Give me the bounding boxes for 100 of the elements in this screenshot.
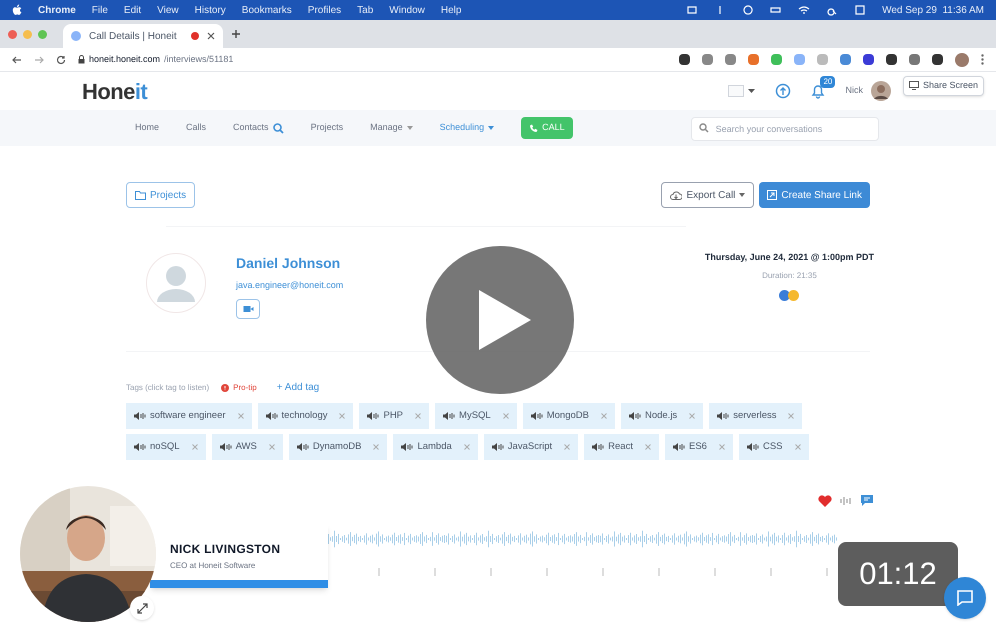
create-share-link-button[interactable]: Create Share Link xyxy=(759,182,870,208)
menu-item[interactable]: Edit xyxy=(124,2,142,18)
extension-icon[interactable] xyxy=(886,54,897,65)
lock-icon xyxy=(78,55,85,64)
speaker-icon xyxy=(367,412,380,420)
menu-item[interactable]: Bookmarks xyxy=(242,2,292,18)
caret-icon[interactable] xyxy=(748,89,756,93)
nav-link[interactable]: Calls xyxy=(186,121,206,135)
remove-icon[interactable] xyxy=(268,444,275,450)
favicon-icon xyxy=(71,31,81,41)
bell-icon[interactable] xyxy=(811,83,826,99)
apple-icon[interactable] xyxy=(12,4,22,16)
tag-chip[interactable]: React xyxy=(584,434,659,460)
call-duration: Duration: 21:35 xyxy=(762,270,817,282)
tag-chip[interactable]: ES6 xyxy=(664,434,733,460)
share-screen-button[interactable]: Share Screen xyxy=(902,76,984,96)
waveform-icon[interactable] xyxy=(840,494,852,506)
nav-link[interactable]: Projects xyxy=(310,121,344,135)
tag-chip[interactable]: Node.js xyxy=(620,403,704,429)
tag-chip[interactable]: technology xyxy=(258,403,354,429)
cloud-download-icon xyxy=(670,190,682,200)
remove-icon[interactable] xyxy=(192,444,198,450)
user-name[interactable]: Nick xyxy=(845,84,863,98)
back-icon[interactable] xyxy=(12,54,22,64)
caret-icon xyxy=(488,126,494,130)
tag-chip[interactable]: CSS xyxy=(738,434,808,460)
remove-icon[interactable] xyxy=(794,444,800,450)
tag-chip[interactable]: noSQL xyxy=(126,434,206,460)
profile-avatar[interactable] xyxy=(955,52,969,66)
tag-chip[interactable]: software engineer xyxy=(126,403,252,429)
heart-icon[interactable] xyxy=(818,494,832,506)
close-window-button[interactable] xyxy=(8,30,17,38)
browser-tab[interactable]: Call Details | Honeit xyxy=(63,24,223,48)
close-icon[interactable] xyxy=(207,32,215,40)
tag-chip[interactable]: JavaScript xyxy=(484,434,578,460)
upload-icon[interactable] xyxy=(775,83,792,99)
projects-button[interactable]: Projects xyxy=(126,182,196,208)
menu-item[interactable]: View xyxy=(157,2,179,18)
remove-icon[interactable] xyxy=(788,413,794,419)
pro-tip-link[interactable]: Pro-tip xyxy=(221,382,257,394)
logo[interactable]: Honeit xyxy=(82,74,148,108)
tag-chip[interactable]: MySQL xyxy=(435,403,517,429)
address-field[interactable]: honeit.honeit.com /interviews/51181 xyxy=(78,52,234,66)
remove-icon[interactable] xyxy=(373,444,380,450)
remove-icon[interactable] xyxy=(464,444,470,450)
expand-button[interactable] xyxy=(130,596,154,620)
elapsed-time: 01:12 xyxy=(838,542,958,606)
tag-chip[interactable]: MongoDB xyxy=(522,403,615,429)
speaker-icon xyxy=(134,412,146,420)
nav-link[interactable]: Scheduling xyxy=(440,121,494,135)
nav-link[interactable]: Home xyxy=(135,121,160,135)
contact-email[interactable]: java.engineer@honeit.com xyxy=(236,279,344,292)
add-tag-link[interactable]: + Add tag xyxy=(276,380,320,395)
link-icon xyxy=(767,190,778,200)
forward-icon[interactable] xyxy=(34,54,44,64)
tag-chip[interactable]: Lambda xyxy=(393,434,478,460)
expand-icon xyxy=(136,602,148,614)
chat-button[interactable] xyxy=(944,577,986,619)
video-call-button[interactable] xyxy=(236,298,260,318)
new-tab-icon[interactable] xyxy=(231,29,241,39)
remove-icon[interactable] xyxy=(689,413,696,419)
remove-icon[interactable] xyxy=(600,413,607,419)
remove-icon[interactable] xyxy=(339,413,346,419)
speaker-icon xyxy=(296,443,309,451)
remove-icon[interactable] xyxy=(644,444,651,450)
nav-link[interactable]: Manage xyxy=(370,121,413,135)
menu-item[interactable]: Window xyxy=(389,2,425,18)
extension-icon[interactable] xyxy=(863,54,874,65)
play-icon xyxy=(479,290,531,350)
remove-icon[interactable] xyxy=(564,444,570,450)
screen-icon[interactable] xyxy=(686,4,698,16)
contact-name[interactable]: Daniel Johnson xyxy=(236,253,344,274)
remove-icon[interactable] xyxy=(415,413,422,419)
more-icon[interactable] xyxy=(981,54,984,65)
phone-icon xyxy=(529,124,538,132)
tag-chip[interactable]: AWS xyxy=(212,434,283,460)
menu-item[interactable]: Tab xyxy=(357,2,374,18)
menu-item[interactable]: History xyxy=(194,2,226,18)
menu-item[interactable]: Profiles xyxy=(308,2,342,18)
control-center-icon[interactable] xyxy=(854,4,866,16)
remove-icon[interactable] xyxy=(238,413,244,419)
tag-chip[interactable]: PHP xyxy=(359,403,430,429)
comment-icon[interactable] xyxy=(860,494,874,507)
caret-icon xyxy=(406,126,413,130)
menu-item[interactable]: Chrome xyxy=(38,2,76,18)
wifi-icon[interactable] xyxy=(798,4,810,16)
reload-icon[interactable] xyxy=(56,54,66,64)
export-call-button[interactable]: Export Call xyxy=(661,182,754,208)
user-avatar[interactable] xyxy=(870,81,891,101)
remove-icon[interactable] xyxy=(502,413,509,419)
nav-link[interactable]: Contacts xyxy=(233,121,284,135)
menu-item[interactable]: Help xyxy=(440,2,462,18)
remove-icon[interactable] xyxy=(718,444,725,450)
menu-item[interactable]: File xyxy=(92,2,108,18)
tag-chip[interactable]: serverless xyxy=(709,403,802,429)
search-field[interactable]: Search your conversations xyxy=(690,117,879,141)
speaker-icon xyxy=(266,412,278,420)
speaker-icon xyxy=(530,412,543,420)
monitor-icon xyxy=(908,81,919,90)
tag-chip[interactable]: DynamoDB xyxy=(288,434,388,460)
